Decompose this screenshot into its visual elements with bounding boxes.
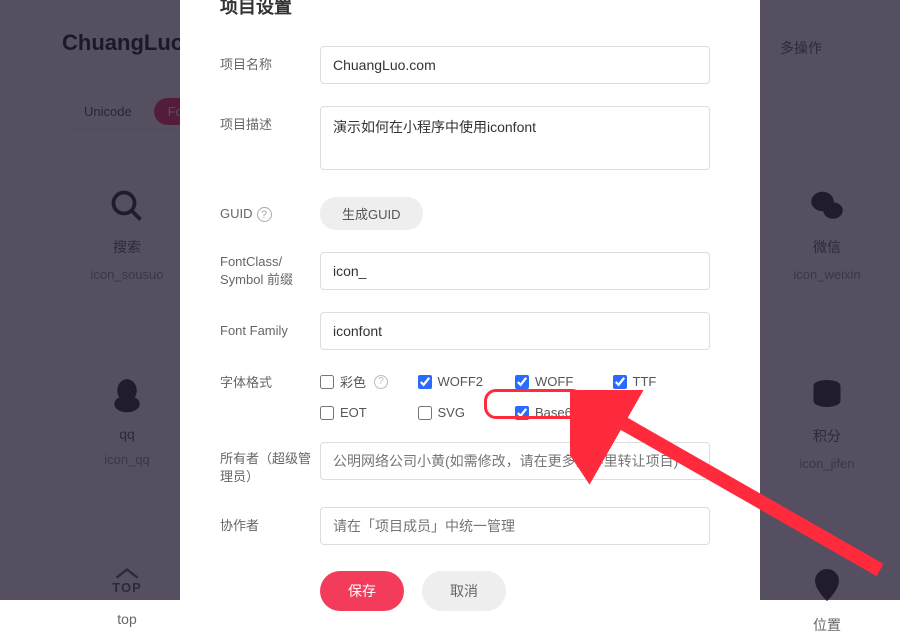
checkbox-woff[interactable]: WOFF <box>515 374 613 389</box>
icon-label: top <box>117 611 136 627</box>
label-font-format: 字体格式 <box>220 372 320 392</box>
project-name-input[interactable] <box>320 46 710 84</box>
project-settings-modal: 项目设置 项目名称 项目描述 GUID? 生成GUID FontClass/ S… <box>180 0 760 600</box>
project-desc-input[interactable] <box>320 106 710 170</box>
font-format-group: 彩色? WOFF2 WOFF TTF EOT SVG Base64? <box>320 372 710 420</box>
label-owner: 所有者（超级管理员） <box>220 442 320 485</box>
cancel-button[interactable]: 取消 <box>422 571 506 611</box>
checkbox-color[interactable]: 彩色? <box>320 372 418 391</box>
checkbox-base64[interactable]: Base64? <box>515 405 613 420</box>
checkbox-svg[interactable]: SVG <box>418 405 516 420</box>
save-button[interactable]: 保存 <box>320 571 404 611</box>
prefix-input[interactable] <box>320 252 710 290</box>
owner-input[interactable] <box>320 442 710 480</box>
help-icon[interactable]: ? <box>257 207 272 222</box>
label-project-desc: 项目描述 <box>220 106 320 134</box>
icon-label: 位置 <box>813 615 841 635</box>
help-icon[interactable]: ? <box>587 406 601 420</box>
label-font-family: Font Family <box>220 322 320 340</box>
collaborator-input[interactable] <box>320 507 710 545</box>
checkbox-ttf[interactable]: TTF <box>613 374 711 389</box>
label-project-name: 项目名称 <box>220 56 320 74</box>
font-family-input[interactable] <box>320 312 710 350</box>
label-prefix: FontClass/ Symbol 前缀 <box>220 253 320 288</box>
checkbox-eot[interactable]: EOT <box>320 405 418 420</box>
generate-guid-button[interactable]: 生成GUID <box>320 197 423 230</box>
label-guid: GUID? <box>220 205 320 223</box>
help-icon[interactable]: ? <box>374 375 388 389</box>
checkbox-woff2[interactable]: WOFF2 <box>418 374 516 389</box>
label-collab: 协作者 <box>220 517 320 535</box>
modal-title: 项目设置 <box>180 0 760 30</box>
